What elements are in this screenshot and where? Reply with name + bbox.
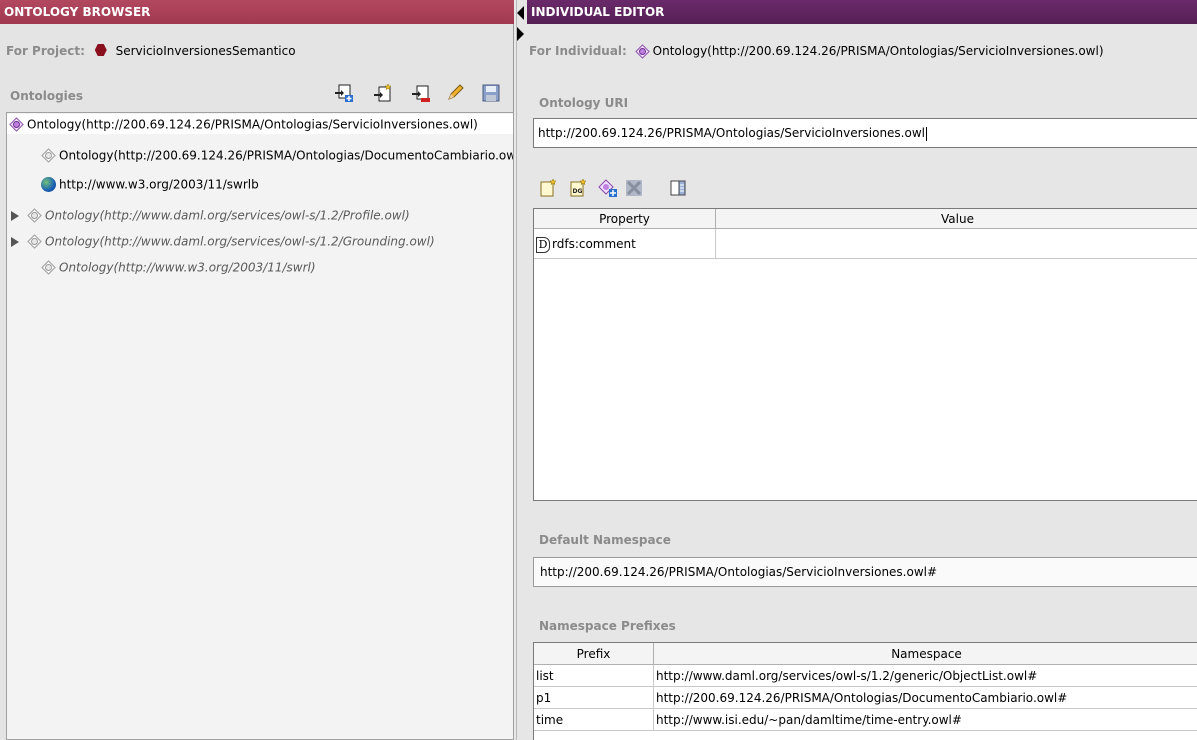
tree-item-label: http://www.w3.org/2003/11/swrlb [59, 177, 259, 192]
edit-ontology-button[interactable] [444, 82, 466, 104]
table-row[interactable]: time http://www.isi.edu/~pan/damltime/ti… [534, 709, 1197, 731]
table-row[interactable]: Drdfs:comment [534, 229, 1197, 259]
namespace-prefix-table[interactable]: Prefix Namespace list http://www.daml.or… [533, 642, 1197, 740]
column-header-property[interactable]: Property [534, 209, 716, 229]
text-cursor [925, 126, 927, 141]
ontology-icon [634, 44, 650, 59]
columns-icon [670, 180, 686, 196]
datatype-property-icon: D [536, 236, 550, 253]
table-row[interactable]: p1 http://200.69.124.26/PRISMA/Ontologia… [534, 687, 1197, 709]
for-project-row: For Project: ServicioInversionesSemantic… [6, 44, 296, 58]
ontology-browser-panel: ONTOLOGY BROWSER For Project: ServicioIn… [0, 0, 514, 740]
svg-text:DG: DG [573, 188, 583, 195]
ontology-icon [27, 208, 42, 223]
expand-arrow-icon[interactable] [11, 210, 19, 221]
tree-item-swrl[interactable]: Ontology(http://www.w3.org/2003/11/swrl) [41, 257, 316, 277]
property-name: rdfs:comment [552, 237, 636, 251]
prefix-cell[interactable]: p1 [534, 687, 654, 709]
for-individual-row: For Individual: Ontology(http://200.69.1… [529, 44, 1104, 59]
ontology-uri-label: Ontology URI [539, 96, 629, 110]
tree-item-grounding[interactable]: Ontology(http://www.daml.org/services/ow… [11, 231, 435, 251]
remove-ontology-icon [412, 85, 430, 102]
table-row[interactable]: list http://www.daml.org/services/owl-s/… [534, 665, 1197, 687]
namespace-cell[interactable]: http://www.daml.org/services/owl-s/1.2/g… [654, 665, 1197, 687]
default-namespace-field[interactable]: http://200.69.124.26/PRISMA/Ontologias/S… [533, 557, 1197, 587]
tree-item-label: Ontology(http://www.daml.org/services/ow… [45, 208, 410, 223]
ontology-icon [41, 148, 56, 163]
globe-icon [41, 177, 56, 192]
expand-right-arrow-icon[interactable] [517, 27, 524, 41]
save-disk-icon [482, 84, 500, 102]
tree-item-documento-cambiario[interactable]: Ontology(http://200.69.124.26/PRISMA/Ont… [41, 145, 514, 165]
for-individual-label: For Individual: [529, 44, 627, 58]
individual-editor-panel: INDIVIDUAL EDITOR For Individual: Ontolo… [516, 0, 1197, 740]
remove-property-button[interactable] [623, 176, 645, 200]
property-cell[interactable]: Drdfs:comment [534, 229, 716, 259]
tree-item-label: Ontology(http://www.daml.org/services/ow… [45, 234, 435, 249]
create-ontology-button[interactable] [333, 82, 355, 104]
collapse-left-arrow-icon[interactable] [517, 6, 524, 20]
add-property-icon [598, 179, 617, 197]
expand-arrow-icon[interactable] [11, 236, 19, 247]
column-header-namespace[interactable]: Namespace [654, 643, 1197, 665]
individual-editor-title: INDIVIDUAL EDITOR [527, 0, 1197, 24]
project-name: ServicioInversionesSemantico [115, 44, 296, 58]
remove-ontology-button[interactable] [410, 82, 432, 104]
create-ontology-icon [335, 84, 353, 102]
namespace-cell[interactable]: http://www.isi.edu/~pan/damltime/time-en… [654, 709, 1197, 731]
namespace-prefixes-label: Namespace Prefixes [539, 619, 676, 633]
ontology-icon [9, 117, 24, 132]
pencil-icon [448, 84, 464, 100]
create-annotation-button[interactable] [537, 176, 559, 200]
ontology-uri-input[interactable]: http://200.69.124.26/PRISMA/Ontologias/S… [533, 118, 1197, 148]
new-annotation-icon [540, 178, 557, 197]
import-ontology-icon [374, 83, 392, 102]
ontology-tree[interactable]: Ontology(http://200.69.124.26/PRISMA/Ont… [6, 112, 514, 740]
tree-item-label: Ontology(http://www.w3.org/2003/11/swrl) [59, 260, 316, 275]
ontology-browser-title: ONTOLOGY BROWSER [0, 0, 514, 24]
ontology-icon [41, 260, 56, 275]
prefix-cell[interactable]: list [534, 665, 654, 687]
column-header-value[interactable]: Value [716, 209, 1197, 229]
import-ontology-button[interactable] [372, 82, 394, 104]
property-table-header: Property Value [534, 209, 1197, 229]
individual-name: Ontology(http://200.69.124.26/PRISMA/Ont… [652, 44, 1104, 58]
add-property-button[interactable] [597, 176, 619, 200]
tree-item-label: Ontology(http://200.69.124.26/PRISMA/Ont… [59, 148, 514, 163]
for-project-label: For Project: [6, 44, 85, 58]
app-window: ONTOLOGY BROWSER For Project: ServicioIn… [0, 0, 1197, 740]
tree-item-profile[interactable]: Ontology(http://www.daml.org/services/ow… [11, 205, 410, 225]
prefix-cell[interactable]: time [534, 709, 654, 731]
ontology-icon [27, 234, 42, 249]
delete-x-icon [626, 180, 642, 196]
property-table[interactable]: Property Value Drdfs:comment [533, 208, 1197, 501]
save-ontology-button[interactable] [480, 82, 502, 104]
prefix-table-header: Prefix Namespace [534, 643, 1197, 665]
project-icon [94, 44, 107, 56]
new-datatype-icon: DG [570, 178, 587, 197]
tree-item-servicio-inversiones[interactable]: Ontology(http://200.69.124.26/PRISMA/Ont… [7, 114, 513, 134]
column-header-prefix[interactable]: Prefix [534, 643, 654, 665]
tree-item-label: Ontology(http://200.69.124.26/PRISMA/Ont… [27, 117, 478, 132]
default-namespace-label: Default Namespace [539, 533, 671, 547]
namespace-cell[interactable]: http://200.69.124.26/PRISMA/Ontologias/D… [654, 687, 1197, 709]
ontology-uri-value: http://200.69.124.26/PRISMA/Ontologias/S… [538, 126, 925, 140]
tree-item-swrlb[interactable]: http://www.w3.org/2003/11/swrlb [41, 174, 259, 194]
view-columns-button[interactable] [667, 176, 689, 200]
create-datatype-annotation-button[interactable]: DG [567, 176, 589, 200]
ontologies-label: Ontologies [10, 89, 84, 103]
